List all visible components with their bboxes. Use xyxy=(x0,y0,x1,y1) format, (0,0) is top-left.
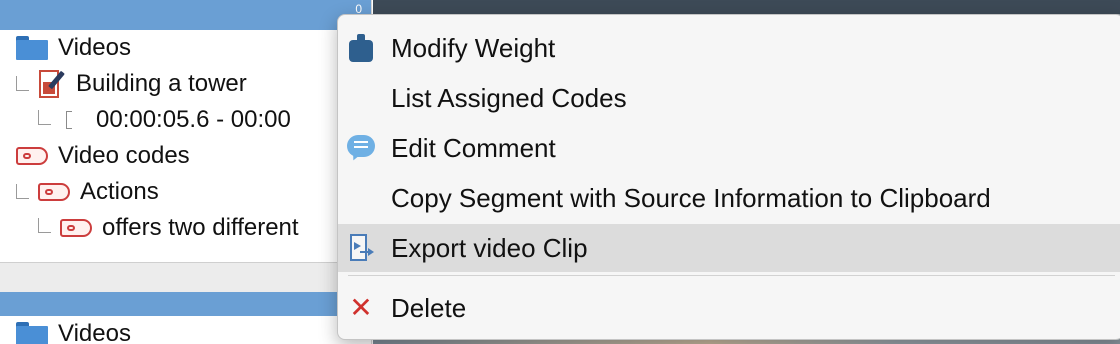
tree-connector xyxy=(38,110,51,125)
tree-item-actions[interactable]: Actions xyxy=(38,174,159,210)
tree-item-label: Building a tower xyxy=(76,70,247,97)
code-tag-icon xyxy=(38,183,70,201)
folder-icon xyxy=(16,322,48,344)
menu-item-label: Delete xyxy=(391,292,467,323)
menu-item-label: Modify Weight xyxy=(391,32,556,63)
tree-item-label: Video codes xyxy=(58,142,190,169)
tree-item-label: Videos xyxy=(58,34,131,61)
tree-connector xyxy=(16,184,29,199)
app-window: 0 Videos Building a tower 00:00:05.6 - 0… xyxy=(0,0,1120,344)
menu-item-edit-comment[interactable]: Edit Comment xyxy=(338,124,1120,172)
menu-item-list-assigned-codes[interactable]: List Assigned Codes xyxy=(338,74,1120,122)
folder-icon xyxy=(16,36,48,60)
weight-icon xyxy=(349,34,373,62)
menu-item-label: List Assigned Codes xyxy=(391,82,627,113)
delete-icon: ✕ xyxy=(349,291,373,324)
menu-item-copy-segment[interactable]: Copy Segment with Source Information to … xyxy=(338,174,1120,222)
tree-item-videos[interactable]: Videos xyxy=(16,30,131,66)
context-menu: Modify Weight List Assigned Codes Edit C… xyxy=(337,14,1120,340)
menu-item-label: Edit Comment xyxy=(391,132,556,163)
tree-connector xyxy=(38,218,51,233)
tree-item-segment[interactable]: 00:00:05.6 - 00:00 xyxy=(66,102,291,138)
tree-item-building-a-tower[interactable]: Building a tower xyxy=(38,66,247,102)
tree-item-video-codes[interactable]: Video codes xyxy=(16,138,190,174)
tree-connector xyxy=(16,76,29,91)
menu-item-export-video-clip[interactable]: Export video Clip xyxy=(338,224,1120,272)
menu-separator xyxy=(348,275,1115,276)
second-tree-item-videos[interactable]: Videos xyxy=(16,316,131,344)
tree-item-label: 00:00:05.6 - 00:00 xyxy=(96,106,291,133)
tree-footer-strip xyxy=(0,262,372,292)
menu-item-delete[interactable]: ✕ Delete xyxy=(338,284,1120,332)
export-clip-icon xyxy=(348,233,374,263)
tree-header-bar[interactable]: 0 xyxy=(0,0,372,30)
comment-icon xyxy=(347,135,375,163)
menu-item-modify-weight[interactable]: Modify Weight xyxy=(338,24,1120,72)
tree-item-label: offers two different xyxy=(102,214,299,241)
menu-item-label: Copy Segment with Source Information to … xyxy=(391,182,991,213)
second-tree-header-bar[interactable] xyxy=(0,292,372,316)
document-tree-panel: 0 Videos Building a tower 00:00:05.6 - 0… xyxy=(0,0,372,344)
menu-item-label: Export video Clip xyxy=(391,232,588,263)
video-document-icon xyxy=(38,68,66,100)
video-preview-top-strip xyxy=(373,0,1120,14)
code-tag-icon xyxy=(16,147,48,165)
tree-item-label: Videos xyxy=(58,320,131,344)
code-tag-icon xyxy=(60,219,92,237)
segment-icon xyxy=(66,111,72,129)
tree-item-offers-two-different[interactable]: offers two different xyxy=(60,210,299,246)
tree-item-label: Actions xyxy=(80,178,159,205)
